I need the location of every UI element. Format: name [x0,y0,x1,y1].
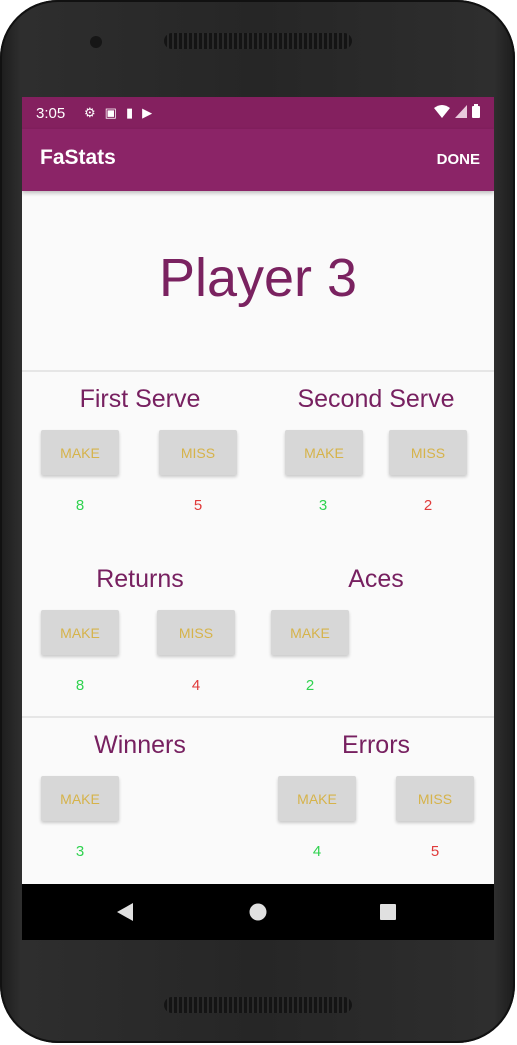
battery-icon [472,104,480,121]
app-bar: FaStats DONE [22,129,494,191]
aces-label: Aces [348,565,404,593]
image-icon: ▣ [104,105,117,120]
second-serve-label: Second Serve [297,385,455,413]
errors-make-count: 4 [312,843,322,860]
first-serve-make-button[interactable]: MAKE [41,430,119,475]
gear-icon: ⚙ [84,105,96,120]
play-store-icon: ▶ [142,105,153,120]
recents-icon[interactable] [380,904,396,925]
divider [22,716,494,718]
errors-make-button[interactable]: MAKE [278,776,356,821]
returns-miss-count: 4 [191,677,201,694]
first-serve-miss-button[interactable]: MISS [159,430,237,475]
returns-label: Returns [96,565,184,593]
back-icon[interactable] [117,903,133,926]
app-title: FaStats [40,146,116,169]
first-serve-label: First Serve [79,385,201,413]
first-serve-make-count: 8 [75,497,85,514]
winners-make-button[interactable]: MAKE [41,776,119,821]
aces-make-button[interactable]: MAKE [271,610,349,655]
done-button[interactable]: DONE [437,151,480,168]
second-serve-miss-count: 2 [423,497,433,514]
phone-frame: 3:05 ⚙ ▣ ▮ ▶ FaStats DONE Player 3 First… [0,0,515,1043]
errors-miss-button[interactable]: MISS [396,776,474,821]
sd-card-icon: ▮ [125,105,134,120]
home-icon[interactable] [249,903,267,926]
screen: 3:05 ⚙ ▣ ▮ ▶ FaStats DONE Player 3 First… [22,97,494,940]
navigation-bar [22,884,494,940]
bottom-speaker [164,997,352,1013]
first-serve-miss-count: 5 [193,497,203,514]
returns-make-button[interactable]: MAKE [41,610,119,655]
status-time: 3:05 [36,105,66,122]
aces-make-count: 2 [305,677,315,694]
errors-miss-count: 5 [430,843,440,860]
top-speaker [164,33,352,49]
wifi-icon [434,104,450,121]
signal-icon [455,104,467,121]
returns-miss-button[interactable]: MISS [157,610,235,655]
winners-label: Winners [94,731,186,759]
winners-make-count: 3 [75,843,85,860]
second-serve-miss-button[interactable]: MISS [389,430,467,475]
front-camera [90,36,102,48]
status-bar: 3:05 ⚙ ▣ ▮ ▶ [22,97,494,129]
second-serve-make-count: 3 [318,497,328,514]
divider [22,370,494,372]
player-name: Player 3 [158,248,358,308]
second-serve-make-button[interactable]: MAKE [285,430,363,475]
returns-make-count: 8 [75,677,85,694]
errors-label: Errors [341,731,411,759]
